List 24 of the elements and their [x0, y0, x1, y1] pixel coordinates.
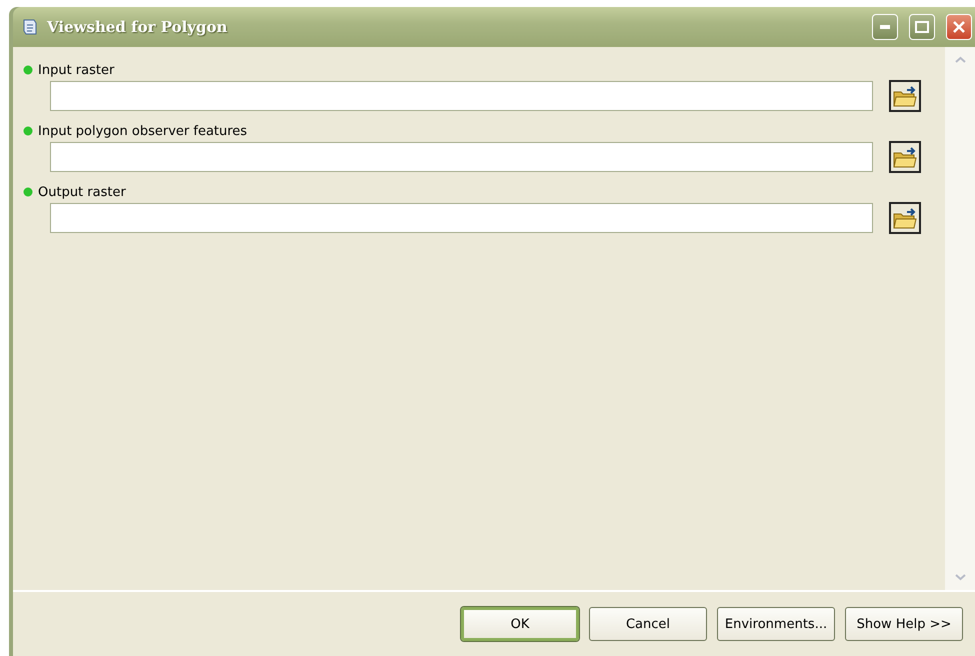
minimize-icon — [880, 25, 890, 29]
browse-button[interactable] — [889, 141, 921, 173]
browse-button[interactable] — [889, 80, 921, 112]
dialog-button[interactable]: OK — [461, 607, 579, 641]
maximize-icon — [915, 21, 929, 33]
minimize-button[interactable] — [872, 14, 898, 40]
dialog-button[interactable]: Cancel — [589, 607, 707, 641]
folder-icon — [893, 146, 917, 168]
parameter-label: Input polygon observer features — [38, 124, 248, 138]
parameter-label: Input raster — [38, 62, 114, 78]
dialog-button[interactable]: Environments... — [717, 607, 835, 641]
tool-icon — [21, 18, 39, 36]
folder-icon — [893, 207, 917, 229]
input-field[interactable] — [50, 81, 873, 111]
window-title: Viewshed for Polygon — [47, 18, 228, 36]
folder-icon — [893, 85, 917, 107]
maximize-button[interactable] — [909, 14, 935, 40]
input-field[interactable] — [50, 142, 873, 172]
input-field[interactable] — [50, 203, 873, 233]
dialog-button[interactable]: Show Help >> — [845, 607, 963, 641]
close-icon — [952, 20, 966, 34]
browse-button[interactable] — [889, 202, 921, 234]
parameter-label: Output raster — [38, 184, 126, 200]
close-button[interactable] — [946, 14, 972, 40]
